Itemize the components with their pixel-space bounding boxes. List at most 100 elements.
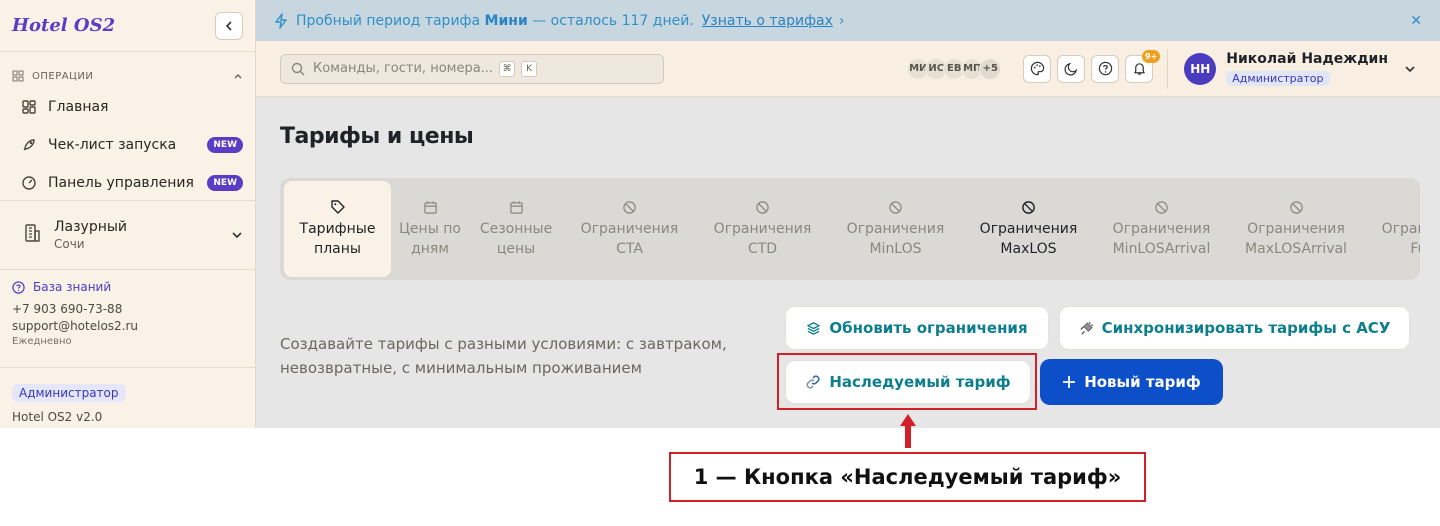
new-badge: NEW (207, 137, 243, 153)
hotel-name: Лазурный (54, 219, 128, 235)
close-banner-button[interactable]: ✕ (1410, 13, 1422, 29)
tariff-tabs: Тарифные планы Цены по дням Сезонные цен… (280, 178, 1420, 280)
role-badge: Администратор (12, 384, 126, 402)
tab-restrictions-ctd[interactable]: Ограничения CTD (696, 181, 829, 277)
update-restrictions-button[interactable]: Обновить ограничения (785, 306, 1049, 350)
tab-restrictions-maxlos[interactable]: Ограничения MaxLOS (962, 181, 1095, 277)
sidebar-nav: Главная Чек-лист запуска NEW Панель упра… (0, 88, 255, 200)
annotation-callout: 1 — Кнопка «Наследуемый тариф» (669, 452, 1146, 502)
lightning-icon (274, 12, 288, 29)
dashboard-icon (20, 98, 38, 116)
tab-label: Ограничения CTA (580, 220, 679, 257)
user-avatar: НН (1184, 52, 1217, 85)
ban-icon (755, 200, 770, 215)
tab-restrictions-minlosarrival[interactable]: Ограничения MinLOSArrival (1095, 181, 1228, 277)
chevron-right-icon: › (838, 12, 845, 29)
tab-restrictions-fullpattern[interactable]: Ограничения FullPa (1364, 181, 1420, 277)
tab-label: Ограничения FullPa (1381, 220, 1420, 257)
user-menu[interactable]: НН Николай Надеждин Администратор (1184, 51, 1416, 86)
tab-label: Ограничения MinLOSArrival (1112, 220, 1211, 257)
rocket-icon (20, 136, 38, 154)
shortcut-key: ⌘ (499, 60, 516, 77)
tab-label: Ограничения CTD (713, 220, 812, 257)
sidebar-section-label: ОПЕРАЦИИ (32, 70, 94, 82)
topbar-actions: 9+ (1017, 49, 1161, 83)
support-schedule: Ежедневно (12, 336, 72, 347)
theme-palette-button[interactable] (1023, 54, 1052, 83)
chevron-down-icon (1405, 65, 1415, 72)
trial-plan-name: Мини (484, 12, 528, 29)
button-label: Синхронизировать тарифы с АСУ (1101, 319, 1391, 337)
tab-restrictions-cta[interactable]: Ограничения CTA (563, 181, 696, 277)
grid-icon (12, 70, 24, 82)
sidebar-item-control-panel[interactable]: Панель управления NEW (0, 164, 255, 200)
sidebar-item-label: Панель управления (48, 175, 194, 191)
sync-tariffs-button[interactable]: Синхронизировать тарифы с АСУ (1059, 306, 1410, 350)
ban-icon (622, 200, 637, 215)
sidebar-section-operations[interactable]: ОПЕРАЦИИ (0, 52, 255, 88)
tariffs-info-link[interactable]: Узнать о тарифах (702, 13, 833, 29)
sidebar-footer: Администратор Hotel OS2 v2.0 (0, 368, 255, 428)
bell-icon (1133, 63, 1145, 75)
knowledge-base-link[interactable]: База знаний (12, 280, 243, 294)
new-tariff-button[interactable]: Новый тариф (1040, 359, 1223, 405)
ban-icon (1154, 200, 1169, 215)
app-window: Hotel OS2 ОПЕРАЦИИ Главная Чек-лист запу… (0, 0, 1440, 428)
page-title: Тарифы и цены (280, 124, 474, 149)
help-button[interactable] (1091, 54, 1120, 83)
logo: Hotel OS2 (12, 15, 116, 36)
trial-banner: Пробный период тарифа Мини — осталось 11… (256, 0, 1440, 41)
chevron-down-icon (232, 232, 242, 239)
collapse-sidebar-button[interactable] (215, 11, 243, 40)
knowledge-base-label: База знаний (33, 280, 112, 294)
online-users[interactable]: МИ ИС ЕВ МП +5 (907, 57, 1002, 80)
topbar: Команды, гости, номера... ⌘ K МИ ИС ЕВ М… (256, 41, 1440, 97)
ban-icon (1021, 200, 1036, 215)
tab-restrictions-maxlosarrival[interactable]: Ограничения MaxLOSArrival (1228, 181, 1364, 277)
sidebar-item-launch-checklist[interactable]: Чек-лист запуска NEW (0, 126, 255, 164)
notification-count-badge: 9+ (1142, 49, 1161, 63)
support-block: База знаний +7 903 690-73-88 support@hot… (0, 270, 255, 368)
shortcut-key: K (521, 60, 538, 77)
command-search[interactable]: Команды, гости, номера... ⌘ K (280, 53, 664, 84)
building-icon (22, 223, 42, 247)
sidebar-item-home[interactable]: Главная (0, 88, 255, 126)
ban-icon (888, 200, 903, 215)
chevron-up-icon (234, 74, 242, 79)
dark-mode-button[interactable] (1057, 54, 1086, 83)
support-email[interactable]: support@hotelos2.ru (12, 319, 243, 333)
tab-seasonal-prices[interactable]: Сезонные цены (469, 181, 563, 277)
tab-label: Тарифные планы (299, 221, 376, 257)
annotation-arrow-icon (900, 414, 916, 448)
tab-tariff-plans[interactable]: Тарифные планы (284, 181, 391, 277)
search-input[interactable]: Команды, гости, номера... (313, 61, 493, 76)
tab-restrictions-minlos[interactable]: Ограничения MinLOS (829, 181, 962, 277)
moon-icon (1064, 62, 1077, 76)
sidebar-item-label: Главная (48, 99, 109, 115)
user-name: Николай Надеждин (1226, 51, 1388, 67)
calendar-icon (423, 200, 438, 215)
user-role-badge: Администратор (1226, 71, 1330, 86)
support-phone[interactable]: +7 903 690-73-88 (12, 302, 243, 316)
calendar-icon (509, 200, 524, 215)
tab-daily-prices[interactable]: Цены по дням (391, 181, 469, 277)
help-circle-icon (1098, 61, 1112, 76)
button-label: Новый тариф (1084, 373, 1201, 391)
tab-label: Сезонные цены (479, 220, 553, 257)
tag-icon (330, 199, 346, 215)
sidebar: Hotel OS2 ОПЕРАЦИИ Главная Чек-лист запу… (0, 0, 256, 428)
chevron-left-icon (225, 20, 232, 31)
hotel-switcher[interactable]: Лазурный Сочи (0, 200, 255, 270)
trial-days-left: — осталось 117 дней. (532, 12, 694, 29)
sidebar-header: Hotel OS2 (0, 0, 255, 52)
hotel-city: Сочи (54, 237, 85, 251)
trial-text: Пробный период тарифа (296, 12, 481, 29)
topbar-divider (1167, 48, 1169, 89)
gauge-icon (20, 174, 38, 192)
more-users-count: +5 (979, 57, 1002, 80)
palette-icon (1030, 61, 1044, 76)
tab-label: Ограничения MinLOS (846, 220, 945, 257)
plus-icon (1062, 375, 1076, 389)
annotation-highlight-box (777, 353, 1037, 410)
notifications-button[interactable]: 9+ (1125, 49, 1161, 83)
